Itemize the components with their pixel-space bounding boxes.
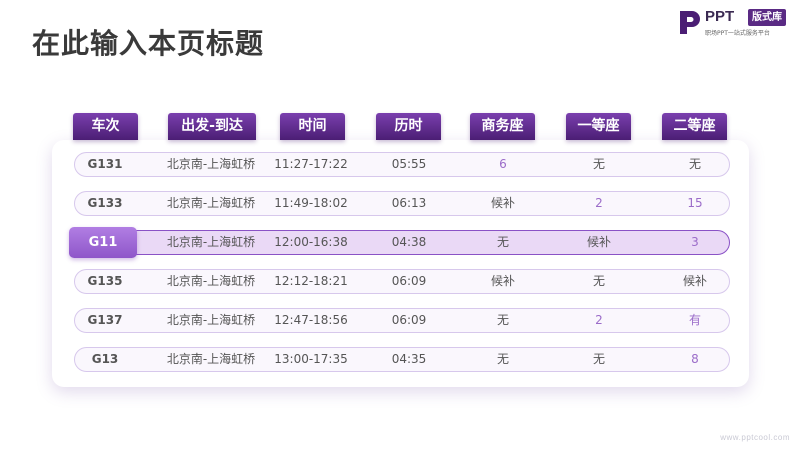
table-row[interactable]: G137 北京南-上海虹桥 12:47-18:56 06:09 无 2 有 bbox=[74, 308, 730, 333]
first-class-seat: 无 bbox=[592, 274, 605, 288]
first-class-seat: 2 bbox=[595, 196, 603, 210]
time-range: 12:00-16:38 bbox=[274, 235, 348, 249]
business-seat: 无 bbox=[496, 352, 509, 366]
header-second: 二等座 bbox=[662, 113, 727, 140]
time-range: 12:47-18:56 bbox=[274, 313, 348, 327]
header-business: 商务座 bbox=[470, 113, 535, 140]
duration: 06:09 bbox=[391, 313, 427, 327]
header-train: 车次 bbox=[73, 113, 138, 140]
logo-badge: 版式库 bbox=[748, 9, 786, 26]
business-seat: 无 bbox=[496, 313, 509, 327]
second-class-seat: 无 bbox=[688, 157, 701, 171]
route: 北京南-上海虹桥 bbox=[166, 313, 256, 327]
business-seat: 候补 bbox=[490, 274, 515, 288]
page-title: 在此输入本页标题 bbox=[32, 27, 265, 60]
highlighted-train-number[interactable]: G11 bbox=[69, 227, 137, 258]
business-seat: 候补 bbox=[490, 196, 515, 210]
second-class-seat: 15 bbox=[687, 196, 703, 210]
train-number: G13 bbox=[91, 352, 119, 366]
train-number: G133 bbox=[87, 196, 123, 210]
logo-tagline: 职场PPT一站式服务平台 bbox=[705, 30, 770, 37]
second-class-seat: 8 bbox=[691, 352, 699, 366]
duration: 05:55 bbox=[391, 157, 427, 171]
time-range: 11:27-17:22 bbox=[274, 157, 348, 171]
time-range: 12:12-18:21 bbox=[274, 274, 348, 288]
time-range: 13:00-17:35 bbox=[274, 352, 348, 366]
table-row[interactable]: G133 北京南-上海虹桥 11:49-18:02 06:13 候补 2 15 bbox=[74, 191, 730, 216]
header-time: 时间 bbox=[280, 113, 345, 140]
train-number: G137 bbox=[87, 313, 123, 327]
first-class-seat: 无 bbox=[592, 157, 605, 171]
duration: 06:09 bbox=[391, 274, 427, 288]
route: 北京南-上海虹桥 bbox=[166, 274, 256, 288]
second-class-seat: 候补 bbox=[682, 274, 707, 288]
route: 北京南-上海虹桥 bbox=[166, 196, 256, 210]
logo-brand-text: PPT bbox=[705, 8, 735, 25]
table-row-highlighted[interactable]: 北京南-上海虹桥 12:00-16:38 04:38 无 候补 3 bbox=[74, 230, 730, 255]
duration: 06:13 bbox=[391, 196, 427, 210]
train-number: G131 bbox=[87, 157, 123, 171]
time-range: 11:49-18:02 bbox=[274, 196, 348, 210]
table-row[interactable]: G135 北京南-上海虹桥 12:12-18:21 06:09 候补 无 候补 bbox=[74, 269, 730, 294]
train-number: G135 bbox=[87, 274, 123, 288]
second-class-seat: 有 bbox=[688, 313, 701, 327]
business-seat: 6 bbox=[499, 157, 507, 171]
business-seat: 无 bbox=[496, 235, 509, 249]
route: 北京南-上海虹桥 bbox=[166, 352, 256, 366]
first-class-seat: 候补 bbox=[586, 235, 611, 249]
table-row[interactable]: G131 北京南-上海虹桥 11:27-17:22 05:55 6 无 无 bbox=[74, 152, 730, 177]
table-header: 车次 出发-到达 时间 历时 商务座 一等座 二等座 bbox=[0, 113, 800, 143]
first-class-seat: 2 bbox=[595, 313, 603, 327]
header-duration: 历时 bbox=[376, 113, 441, 140]
route: 北京南-上海虹桥 bbox=[166, 235, 256, 249]
header-route: 出发-到达 bbox=[168, 113, 256, 140]
second-class-seat: 3 bbox=[691, 235, 699, 249]
table-row[interactable]: G13 北京南-上海虹桥 13:00-17:35 04:35 无 无 8 bbox=[74, 347, 730, 372]
duration: 04:38 bbox=[391, 235, 427, 249]
first-class-seat: 无 bbox=[592, 352, 605, 366]
brand-logo: PPT 版式库 职场PPT一站式服务平台 bbox=[678, 8, 793, 38]
watermark-text: www.pptcool.com bbox=[720, 433, 790, 442]
logo-p-icon bbox=[680, 11, 700, 34]
duration: 04:35 bbox=[391, 352, 427, 366]
header-first: 一等座 bbox=[566, 113, 631, 140]
route: 北京南-上海虹桥 bbox=[166, 157, 256, 171]
